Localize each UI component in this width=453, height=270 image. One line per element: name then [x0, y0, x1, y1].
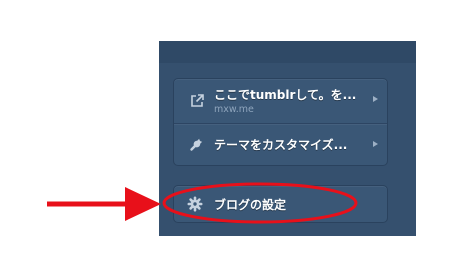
- menu-item-tumblr-here[interactable]: ここでtumblrして。を... mxw.me: [174, 79, 387, 124]
- red-arrow-head: [125, 187, 161, 221]
- external-link-icon: [189, 93, 205, 109]
- panel-top-edge: [159, 41, 416, 63]
- menu-item-label: テーマをカスタマイズ...: [214, 138, 348, 152]
- chevron-right-icon: [373, 96, 378, 102]
- blog-url-label: mxw.me: [214, 104, 254, 115]
- screenshot-stage: ここでtumblrして。を... mxw.me テーマをカスタマイズ... ブロ…: [0, 0, 453, 270]
- blog-actions-group: ここでtumblrして。を... mxw.me テーマをカスタマイズ...: [173, 78, 388, 166]
- settings-group: ブログの設定: [173, 185, 388, 223]
- menu-item-label: ここでtumblrして。を...: [214, 88, 357, 102]
- gear-icon: [187, 196, 203, 212]
- menu-item-blog-settings[interactable]: ブログの設定: [174, 186, 387, 222]
- chevron-right-icon: [373, 141, 378, 147]
- wrench-icon: [189, 136, 205, 152]
- menu-item-customize-theme[interactable]: テーマをカスタマイズ...: [174, 124, 387, 165]
- menu-item-label: ブログの設定: [214, 198, 287, 212]
- dashboard-sidebar-panel: ここでtumblrして。を... mxw.me テーマをカスタマイズ... ブロ…: [159, 41, 416, 236]
